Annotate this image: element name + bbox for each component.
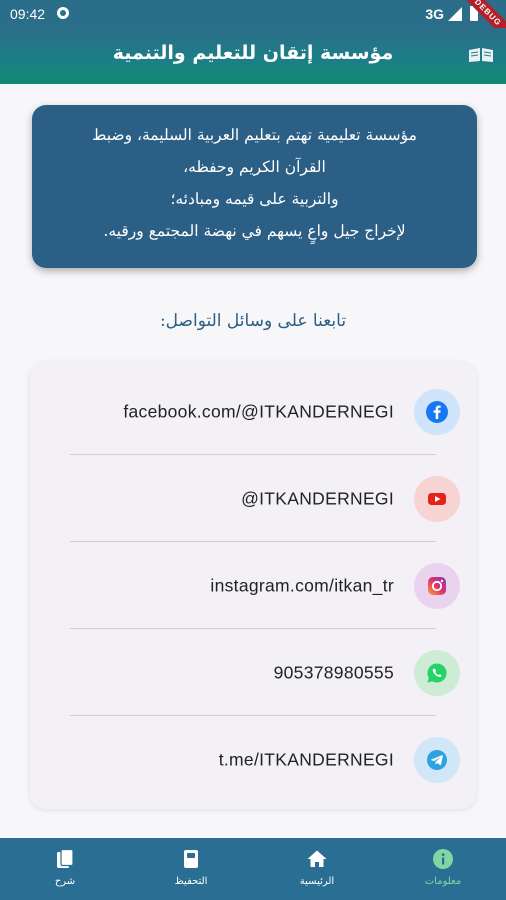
divider [70,628,436,629]
contact-row-youtube[interactable]: @ITKANDERNEGI [30,456,476,542]
intro-line: والتربية على قيمه ومبادئه؛ [170,190,339,208]
nav-label: معلومات [424,876,462,887]
contact-text[interactable]: @ITKANDERNEGI [241,489,394,510]
contact-text[interactable]: 905378980555 [274,663,394,684]
contact-text[interactable]: instagram.com/itkan_tr [210,576,394,597]
nav-label: شرح [54,876,76,887]
intro-line: مؤسسة تعليمية تهتم بتعليم العربية السليم… [92,126,417,144]
book-icon [184,850,198,868]
nav-item-memorization[interactable]: التحفيظ [128,838,254,900]
intro-line: لإخراج جيل واعٍ يسهم في نهضة المجتمع ورق… [103,222,406,240]
signal-icon [448,7,462,21]
divider [70,715,436,716]
app-bar: مؤسسة إتقان للتعليم والتنمية [0,28,506,84]
status-time: 09:42 [10,6,46,22]
nav-label: الرئيسية [299,876,335,887]
status-bar: 09:42 3G DEBUG [0,0,506,46]
contact-text[interactable]: t.me/ITKANDERNEGI [219,750,394,771]
book-logo-icon [469,48,493,62]
telegram-icon[interactable] [414,737,460,783]
notification-icon [57,7,69,19]
home-icon [307,850,327,867]
contact-row-telegram[interactable]: t.me/ITKANDERNEGI [30,717,476,803]
intro-card: مؤسسة تعليمية تهتم بتعليم العربية السليم… [32,105,477,268]
follow-heading: تابعنا على وسائل التواصل: [159,311,347,331]
app-title: مؤسسة إتقان للتعليم والتنمية [112,42,394,64]
network-type: 3G [425,6,444,22]
divider [70,541,436,542]
nav-item-home[interactable]: الرئيسية [254,838,380,900]
books-icon [57,848,74,868]
contact-row-instagram[interactable]: instagram.com/itkan_tr [30,543,476,629]
bottom-nav: معلومات الرئيسية التحفيظ شرح [0,838,506,900]
info-icon [433,849,453,869]
contact-row-whatsapp[interactable]: 905378980555 [30,630,476,716]
contacts-card: facebook.com/@ITKANDERNEGI @ITKANDERNEGI… [30,362,476,809]
nav-label: التحفيظ [174,876,208,887]
contact-row-facebook[interactable]: facebook.com/@ITKANDERNEGI [30,369,476,455]
nav-item-info[interactable]: معلومات [380,838,506,900]
youtube-icon[interactable] [414,476,460,522]
instagram-icon[interactable] [414,563,460,609]
nav-item-explanation[interactable]: شرح [2,838,128,900]
facebook-icon[interactable] [414,389,460,435]
whatsapp-icon[interactable] [414,650,460,696]
intro-line: القرآن الكريم وحفظه، [183,158,326,176]
contact-text[interactable]: facebook.com/@ITKANDERNEGI [123,402,394,423]
divider [70,454,436,455]
